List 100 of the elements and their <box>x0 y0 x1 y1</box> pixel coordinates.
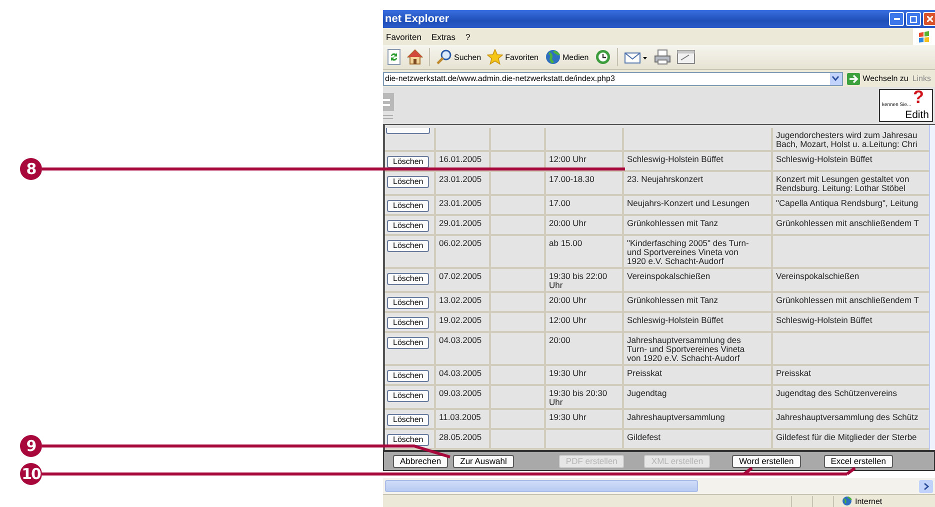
maximize-button[interactable] <box>906 12 921 26</box>
address-field[interactable]: die-netzwerkstatt.de/www.admin.die-netzwerkstatt.de/index.php3 <box>383 72 843 86</box>
title-cell: 23. Neujahrskonzert <box>627 174 704 184</box>
time-cell: 12:00 Uhr <box>549 315 586 325</box>
dropdown-icon <box>832 76 840 81</box>
date-cell: 23.01.2005 <box>439 198 482 208</box>
action-button[interactable]: Zur Auswahl <box>453 454 514 468</box>
date-cell: 09.03.2005 <box>439 388 482 398</box>
globe-icon <box>842 496 852 506</box>
go-button[interactable]: Wechseln zu <box>846 72 908 84</box>
delete-button[interactable]: Löschen <box>387 297 430 309</box>
description-cell: Konzert mit Lesungen gestaltet von Rendsburg. Leitung: Lothar Stöbel <box>776 174 910 193</box>
refresh-icon <box>387 49 401 65</box>
delete-button[interactable]: Löschen <box>387 220 430 232</box>
title-cell: Jahreshauptversammlung <box>627 412 725 422</box>
history-icon <box>594 49 611 65</box>
date-cell: 04.03.2005 <box>439 335 482 345</box>
logo-name: Edith <box>905 110 929 120</box>
zone-label: Internet <box>855 496 882 506</box>
action-button[interactable]: Excel erstellen <box>824 454 893 468</box>
time-cell: 19:30 Uhr <box>549 368 586 378</box>
chevron-right-icon <box>924 482 928 490</box>
date-cell: 13.02.2005 <box>439 295 482 305</box>
close-button[interactable] <box>923 12 935 26</box>
scroll-right-button[interactable] <box>919 480 933 492</box>
description-cell: Grünkohlessen mit anschließendem T <box>776 295 919 305</box>
title-cell: "Kinderfasching 2005" des Turn- und Sportvereines Vineta von 1920 e.V. Schacht-Audorf <box>627 238 749 266</box>
delete-button[interactable]: Löschen <box>387 156 430 168</box>
arrow-icon <box>846 72 860 84</box>
date-cell: 19.02.2005 <box>439 315 482 325</box>
title-cell: Preisskat <box>627 368 662 378</box>
description-cell: "Capella Antiqua Rendsburg", Leitung <box>776 198 918 208</box>
edit-page-icon <box>676 50 695 64</box>
time-cell: 19:30 bis 22:00 Uhr <box>549 271 608 290</box>
time-cell: 17.00 <box>549 198 570 208</box>
time-cell: 20:00 Uhr <box>549 218 586 228</box>
date-cell: 06.02.2005 <box>439 238 482 248</box>
delete-button[interactable]: Löschen <box>387 414 430 426</box>
delete-button[interactable] <box>386 128 430 134</box>
delete-button[interactable]: Löschen <box>387 240 430 252</box>
time-cell: 19:30 Uhr <box>549 412 586 422</box>
delete-button[interactable]: Löschen <box>387 273 430 285</box>
description-cell: Schleswig-Holstein Büffet <box>776 154 872 164</box>
title-cell: Jahreshauptversammlung des Turn- und Sportvereines Vineta von 1920 e.V. Schacht-Audorf <box>627 335 745 363</box>
delete-button[interactable]: Löschen <box>387 434 430 446</box>
description-cell: Preisskat <box>776 368 811 378</box>
date-cell: 07.02.2005 <box>439 271 482 281</box>
date-cell: 16.01.2005 <box>439 154 482 164</box>
date-cell: 23.01.2005 <box>439 174 482 184</box>
minimize-icon <box>894 18 900 20</box>
description-cell: Jugendtag des Schützenvereins <box>776 388 897 398</box>
close-icon <box>926 16 932 22</box>
delete-button[interactable]: Löschen <box>387 317 430 329</box>
title-cell: Schleswig-Holstein Büffet <box>627 315 724 325</box>
time-cell: 20:00 Uhr <box>549 295 586 305</box>
title-cell: Jugendtag <box>627 388 667 398</box>
date-cell: 28.05.2005 <box>439 432 482 442</box>
delete-button[interactable]: Löschen <box>387 200 430 212</box>
delete-button[interactable]: Löschen <box>387 390 430 402</box>
description-cell: Jugendorchesters wird zum Jahresau Bach, Mozart, Holst u. a.Leitung: Chri <box>776 130 918 149</box>
delete-button[interactable]: Löschen <box>387 337 430 349</box>
description-cell: Grünkohlessen mit anschließendem T <box>776 218 919 228</box>
search-button[interactable]: Suchen <box>436 49 482 65</box>
minimize-button[interactable] <box>889 12 904 26</box>
favorites-button[interactable]: Favoriten <box>487 49 538 65</box>
home-icon <box>407 49 423 65</box>
window-title: net Explorer <box>384 13 450 25</box>
date-cell: 04.03.2005 <box>439 368 482 378</box>
globe-icon <box>544 49 560 65</box>
menu-item[interactable]: Extras <box>431 32 456 42</box>
flag-logo-icon <box>918 30 930 42</box>
description-cell: Schleswig-Holstein Büffet <box>776 315 872 325</box>
callout-number: 10 <box>20 463 42 485</box>
date-cell: 11.03.2005 <box>439 412 481 422</box>
title-cell: Neujahrs-Konzert und Lesungen <box>627 198 750 208</box>
callout-number: 9 <box>20 435 42 457</box>
date-cell: 29.01.2005 <box>439 218 482 228</box>
logo-fragment-icon <box>383 90 395 120</box>
media-button[interactable]: Medien <box>544 49 589 65</box>
time-cell: ab 15.00 <box>549 238 582 248</box>
star-icon <box>487 49 504 65</box>
delete-button[interactable]: Löschen <box>387 176 430 188</box>
action-button[interactable]: Abbrechen <box>393 454 448 468</box>
description-cell: Jahreshauptversammlung des Schütz <box>776 412 918 422</box>
time-cell: 17.00-18.30 <box>549 174 594 184</box>
printer-icon <box>654 49 671 65</box>
title-cell: Gildefest <box>627 432 661 442</box>
description-cell: Gildefest für die Mitglieder der Sterbe <box>776 432 917 442</box>
search-icon <box>436 49 452 65</box>
time-cell: 12:00 Uhr <box>549 154 586 164</box>
title-cell: Grünkohlessen mit Tanz <box>627 295 718 305</box>
question-mark: ? <box>913 88 924 106</box>
title-cell: Vereinspokalschießen <box>627 271 710 281</box>
delete-button[interactable]: Löschen <box>387 370 430 382</box>
action-button[interactable]: Word erstellen <box>732 454 801 468</box>
menu-item[interactable]: Favoriten <box>386 32 422 42</box>
time-cell: 19:30 bis 20:30 Uhr <box>549 388 608 407</box>
callout-number: 8 <box>20 158 42 180</box>
menu-item[interactable]: ? <box>466 32 470 42</box>
time-cell: 20:00 <box>549 335 570 345</box>
